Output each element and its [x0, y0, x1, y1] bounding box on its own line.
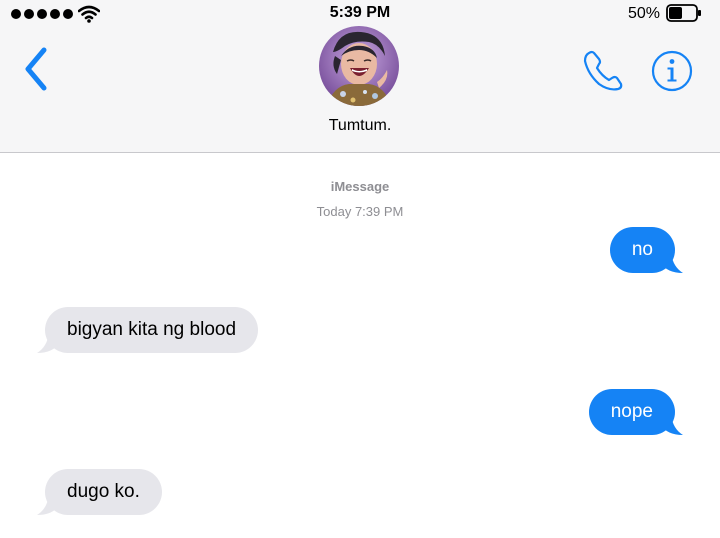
info-icon[interactable]: [651, 50, 693, 92]
phone-icon[interactable]: [580, 48, 626, 94]
sent-message-bubble[interactable]: no: [609, 227, 683, 273]
battery-icon: [666, 4, 701, 22]
message-text: dugo ko.: [67, 481, 140, 502]
bubble-tail: [661, 415, 683, 435]
received-message-bubble[interactable]: dugo ko.: [37, 469, 162, 515]
service-label: iMessage: [330, 179, 390, 194]
contact-name[interactable]: Tumtum.: [0, 117, 720, 135]
message-text: no: [631, 239, 653, 260]
message-text: nope: [610, 401, 653, 422]
contact-avatar[interactable]: [319, 26, 399, 106]
bubble-tail: [37, 495, 59, 515]
bubble-tail: [661, 253, 683, 273]
bubble-tail: [37, 333, 59, 353]
status-time: 5:39 PM: [329, 4, 391, 21]
received-message-bubble[interactable]: bigyan kita ng blood: [37, 307, 259, 353]
chevron-left-icon[interactable]: [20, 46, 54, 92]
status-bar: 5:39 PM 50%: [0, 0, 720, 28]
message-text: bigyan kita ng blood: [67, 319, 237, 340]
sent-message-bubble[interactable]: nope: [588, 389, 683, 435]
battery-percentage: 50%: [627, 5, 660, 22]
conversation-timestamp: Today 7:39 PM: [316, 204, 404, 219]
conversation-header: 5:39 PM 50% Tumtum.: [0, 0, 720, 153]
